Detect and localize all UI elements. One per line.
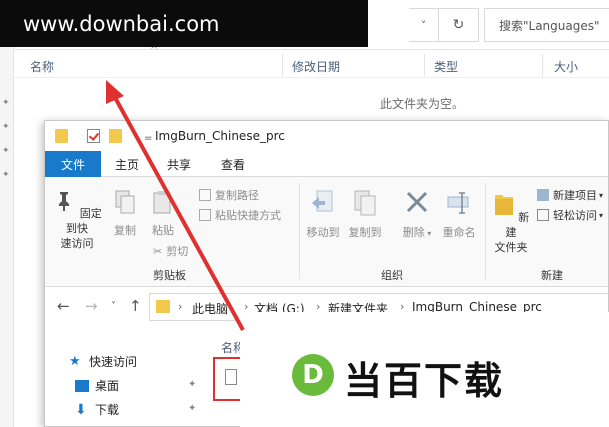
scissors-icon: ✂ [153,244,163,258]
rename-button[interactable]: 重命名 [439,189,479,240]
paste-label: 粘贴 [152,224,174,237]
chevron-down-icon: ▾ [599,190,604,200]
up-arrow-icon[interactable]: ↑ [129,297,142,315]
nav-item-label: 快速访问 [89,355,138,369]
cut-button[interactable]: ✂ 剪切 [153,243,188,259]
pin-quick-access-button[interactable]: 固定到快 速访问 [51,189,103,251]
paste-shortcut-icon [199,209,211,221]
breadcrumb-chevron-icon[interactable]: › [178,300,182,313]
copy-path-icon [199,189,211,201]
paste-icon [153,191,171,214]
delete-button[interactable]: 删除 ▾ [397,189,437,241]
column-size[interactable]: 大小 [554,58,578,75]
paste-shortcut-button[interactable]: 粘贴快捷方式 [199,207,281,223]
chevron-down-icon: ▾ [599,210,604,220]
folder-icon [494,195,513,215]
pin-icon: ✦ [2,170,10,180]
pin-icon [59,192,70,211]
chevron-down-icon: ▾ [424,229,432,238]
background-nav-strip: ✦ ✦ ✦ ✦ [0,0,14,427]
move-to-icon [312,190,333,212]
pin-icon[interactable]: ✦ [188,403,196,414]
properties-icon[interactable] [87,129,100,143]
folder-icon [55,129,68,143]
folder-icon [156,300,170,313]
copy-button[interactable]: 复制 [107,189,143,238]
paste-shortcut-label: 粘贴快捷方式 [215,209,281,222]
window-title: ImgBurn_Chinese_prc [155,129,285,143]
column-type[interactable]: 类型 [434,58,458,75]
tab-file[interactable]: 文件 [45,151,101,177]
chevron-down-icon[interactable]: ˅ [409,8,439,42]
new-item-button[interactable]: 新建项目 ▾ [537,187,603,203]
navigation-pane: ★ 快速访问 桌面 ✦ ⬇ 下载 ✦ [45,327,207,426]
delete-icon [406,191,428,213]
easy-access-icon [537,209,549,221]
column-name[interactable]: 名称 [30,58,54,75]
nav-item-label: 下载 [95,403,120,417]
download-icon: ⬇ [75,401,87,418]
new-folder-icon[interactable] [109,129,122,143]
pin-icon: ✦ [2,146,10,156]
rename-label: 重命名 [442,226,476,239]
easy-access-label: 轻松访问 [553,209,597,222]
breadcrumb-this-pc[interactable]: 此电脑 [192,300,228,317]
column-header: 名称 修改日期 类型 大小 [14,50,609,78]
ribbon-tabs: 文件 主页 共享 查看 [45,151,608,177]
nav-item-desktop[interactable]: 桌面 [75,377,119,394]
move-to-label: 移动到 [306,226,340,239]
logo-watermark: D 当百下载 [240,312,609,427]
tab-view[interactable]: 查看 [213,151,253,177]
search-input[interactable]: 搜索"Languages" [484,8,609,42]
site-watermark: www.downbai.com [0,0,368,47]
star-icon: ★ [69,353,81,369]
delete-label: 删除 [402,226,425,239]
forward-arrow-icon[interactable]: → [85,297,98,315]
recent-locations-icon[interactable]: ˅ [111,301,116,312]
cut-label: 剪切 [166,245,189,258]
copy-label: 复制 [114,224,136,237]
pin-icon: ✦ [2,98,10,108]
ribbon: 固定到快 速访问 复制 粘贴 复制路径 粘贴快捷方式 ✂ 剪切 剪贴板 移动到 [45,177,608,287]
pin-icon: ✦ [2,122,10,132]
logo-letter: D [302,360,324,390]
tab-share[interactable]: 共享 [159,151,199,177]
back-arrow-icon[interactable]: ← [57,297,70,315]
new-item-icon [537,189,549,201]
easy-access-button[interactable]: 轻松访问 ▾ [537,207,603,223]
title-bar: = ImgBurn_Chinese_prc [45,121,608,151]
tab-home[interactable]: 主页 [107,151,147,177]
copy-path-button[interactable]: 复制路径 [199,187,259,203]
copy-to-label: 复制到 [348,226,382,239]
nav-item-label: 桌面 [95,379,120,393]
paste-button[interactable]: 粘贴 [145,189,181,238]
copy-to-icon [354,190,376,216]
nav-item-quick-access[interactable]: ★ 快速访问 [69,353,137,370]
refresh-icon[interactable]: ↻ [439,8,479,42]
organize-group-label: 组织 [381,269,403,282]
pin-icon[interactable]: ✦ [188,379,196,390]
new-folder-label: 新建 文件夹 [494,211,530,254]
copy-icon [115,190,135,214]
column-modified[interactable]: 修改日期 [292,58,340,75]
new-folder-button[interactable]: 新建 文件夹 [489,189,533,255]
clipboard-group-label: 剪贴板 [153,269,186,282]
rename-icon [447,192,469,214]
nav-item-downloads[interactable]: ⬇ 下载 [75,401,119,418]
logo-badge: D [292,354,334,396]
copy-to-button[interactable]: 复制到 [345,189,385,240]
new-item-label: 新建项目 [553,189,597,202]
empty-folder-message: 此文件夹为空。 [380,97,465,111]
new-group-label: 新建 [541,269,563,282]
desktop-icon [75,379,89,392]
move-to-button[interactable]: 移动到 [303,189,343,240]
quick-access-dropdown-icon[interactable]: = [144,133,152,144]
copy-path-label: 复制路径 [215,189,259,202]
pin-quick-access-label: 固定到快 速访问 [60,207,102,250]
file-icon [225,369,237,385]
logo-text: 当百下载 [344,359,505,403]
